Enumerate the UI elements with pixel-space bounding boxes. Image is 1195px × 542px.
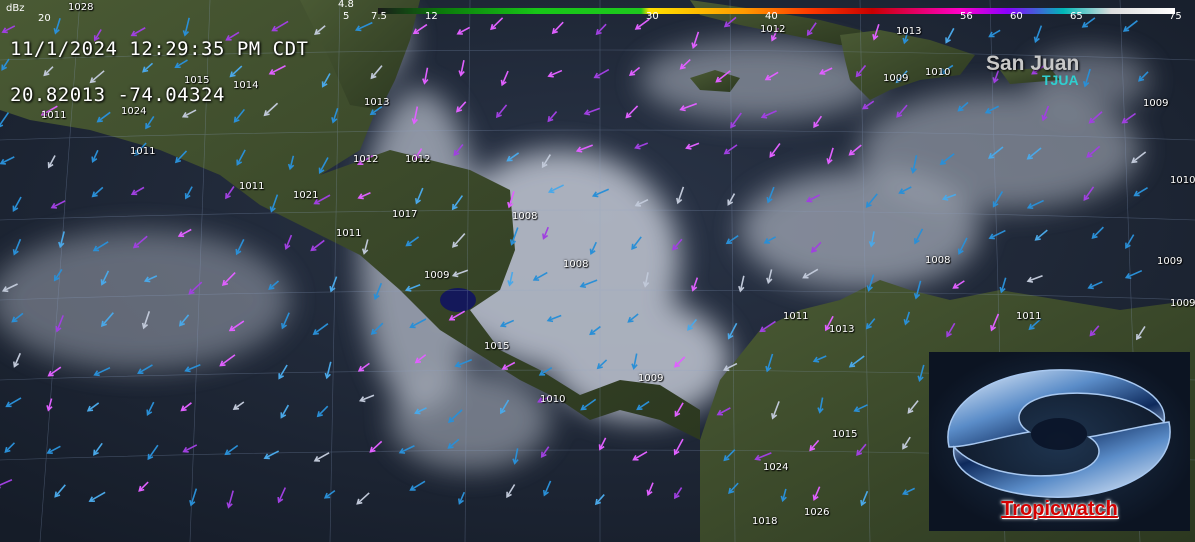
- pressure-label: 1010: [1170, 175, 1195, 186]
- pressure-label: 1009: [883, 73, 909, 84]
- pressure-label: 1013: [829, 324, 855, 335]
- tropicwatch-logo: Tropicwatch: [929, 352, 1190, 531]
- pressure-label: 1008: [563, 259, 589, 270]
- pressure-label: 1024: [763, 462, 789, 473]
- pressure-label: 1013: [896, 26, 922, 37]
- corner-label: 20: [38, 13, 51, 24]
- colorbar-tick: 75: [1169, 11, 1182, 22]
- pressure-label: 1011: [41, 110, 67, 121]
- pressure-label: 1010: [540, 394, 566, 405]
- pressure-label: 1028: [68, 2, 94, 13]
- cursor-coordinates: 20.82013 -74.04324: [10, 84, 225, 106]
- pressure-label: 1011: [130, 146, 156, 157]
- logo-text: Tropicwatch: [1001, 498, 1118, 520]
- colorbar-tick: 4.8: [338, 0, 354, 10]
- pressure-label: 1012: [760, 24, 786, 35]
- pressure-label: 1011: [783, 311, 809, 322]
- pressure-label: 1021: [293, 190, 319, 201]
- pressure-label: 1009: [638, 373, 664, 384]
- pressure-label: 1011: [336, 228, 362, 239]
- colorbar-tick: 30: [646, 11, 659, 22]
- timestamp: 11/1/2024 12:29:35 PM CDT: [10, 38, 309, 60]
- pressure-label: 1011: [1016, 311, 1042, 322]
- pressure-label: 1009: [1157, 256, 1183, 267]
- pressure-label: 1015: [484, 341, 510, 352]
- pressure-label: 1009: [1170, 298, 1195, 309]
- pressure-label: 1014: [233, 80, 259, 91]
- colorbar-tick: 56: [960, 11, 973, 22]
- lake-nicaragua: [440, 288, 476, 312]
- pressure-label: 1015: [832, 429, 858, 440]
- pressure-label: 1024: [121, 106, 147, 117]
- pressure-label: 1012: [405, 154, 431, 165]
- pressure-label: 1015: [184, 75, 210, 86]
- pressure-label: 1017: [392, 209, 418, 220]
- pressure-label: 1011: [239, 181, 265, 192]
- pressure-label: 1018: [752, 516, 778, 527]
- pressure-label: 1009: [424, 270, 450, 281]
- colorbar-unit: dBz: [6, 3, 25, 14]
- colorbar-tick: 65: [1070, 11, 1083, 22]
- colorbar-tick: 60: [1010, 11, 1023, 22]
- colorbar-tick: 40: [765, 11, 778, 22]
- radar-station-code[interactable]: TJUA: [1042, 72, 1079, 88]
- pressure-label: 1010: [925, 67, 951, 78]
- colorbar-tick: 7.5: [371, 11, 387, 22]
- colorbar-tick: 5: [343, 11, 350, 22]
- pressure-label: 1013: [364, 97, 390, 108]
- pressure-label: 1026: [804, 507, 830, 518]
- pressure-label: 1012: [353, 154, 379, 165]
- pressure-label: 1008: [512, 211, 538, 222]
- pressure-label: 1009: [1143, 98, 1169, 109]
- pressure-label: 1008: [925, 255, 951, 266]
- colorbar-tick: 12: [425, 11, 438, 22]
